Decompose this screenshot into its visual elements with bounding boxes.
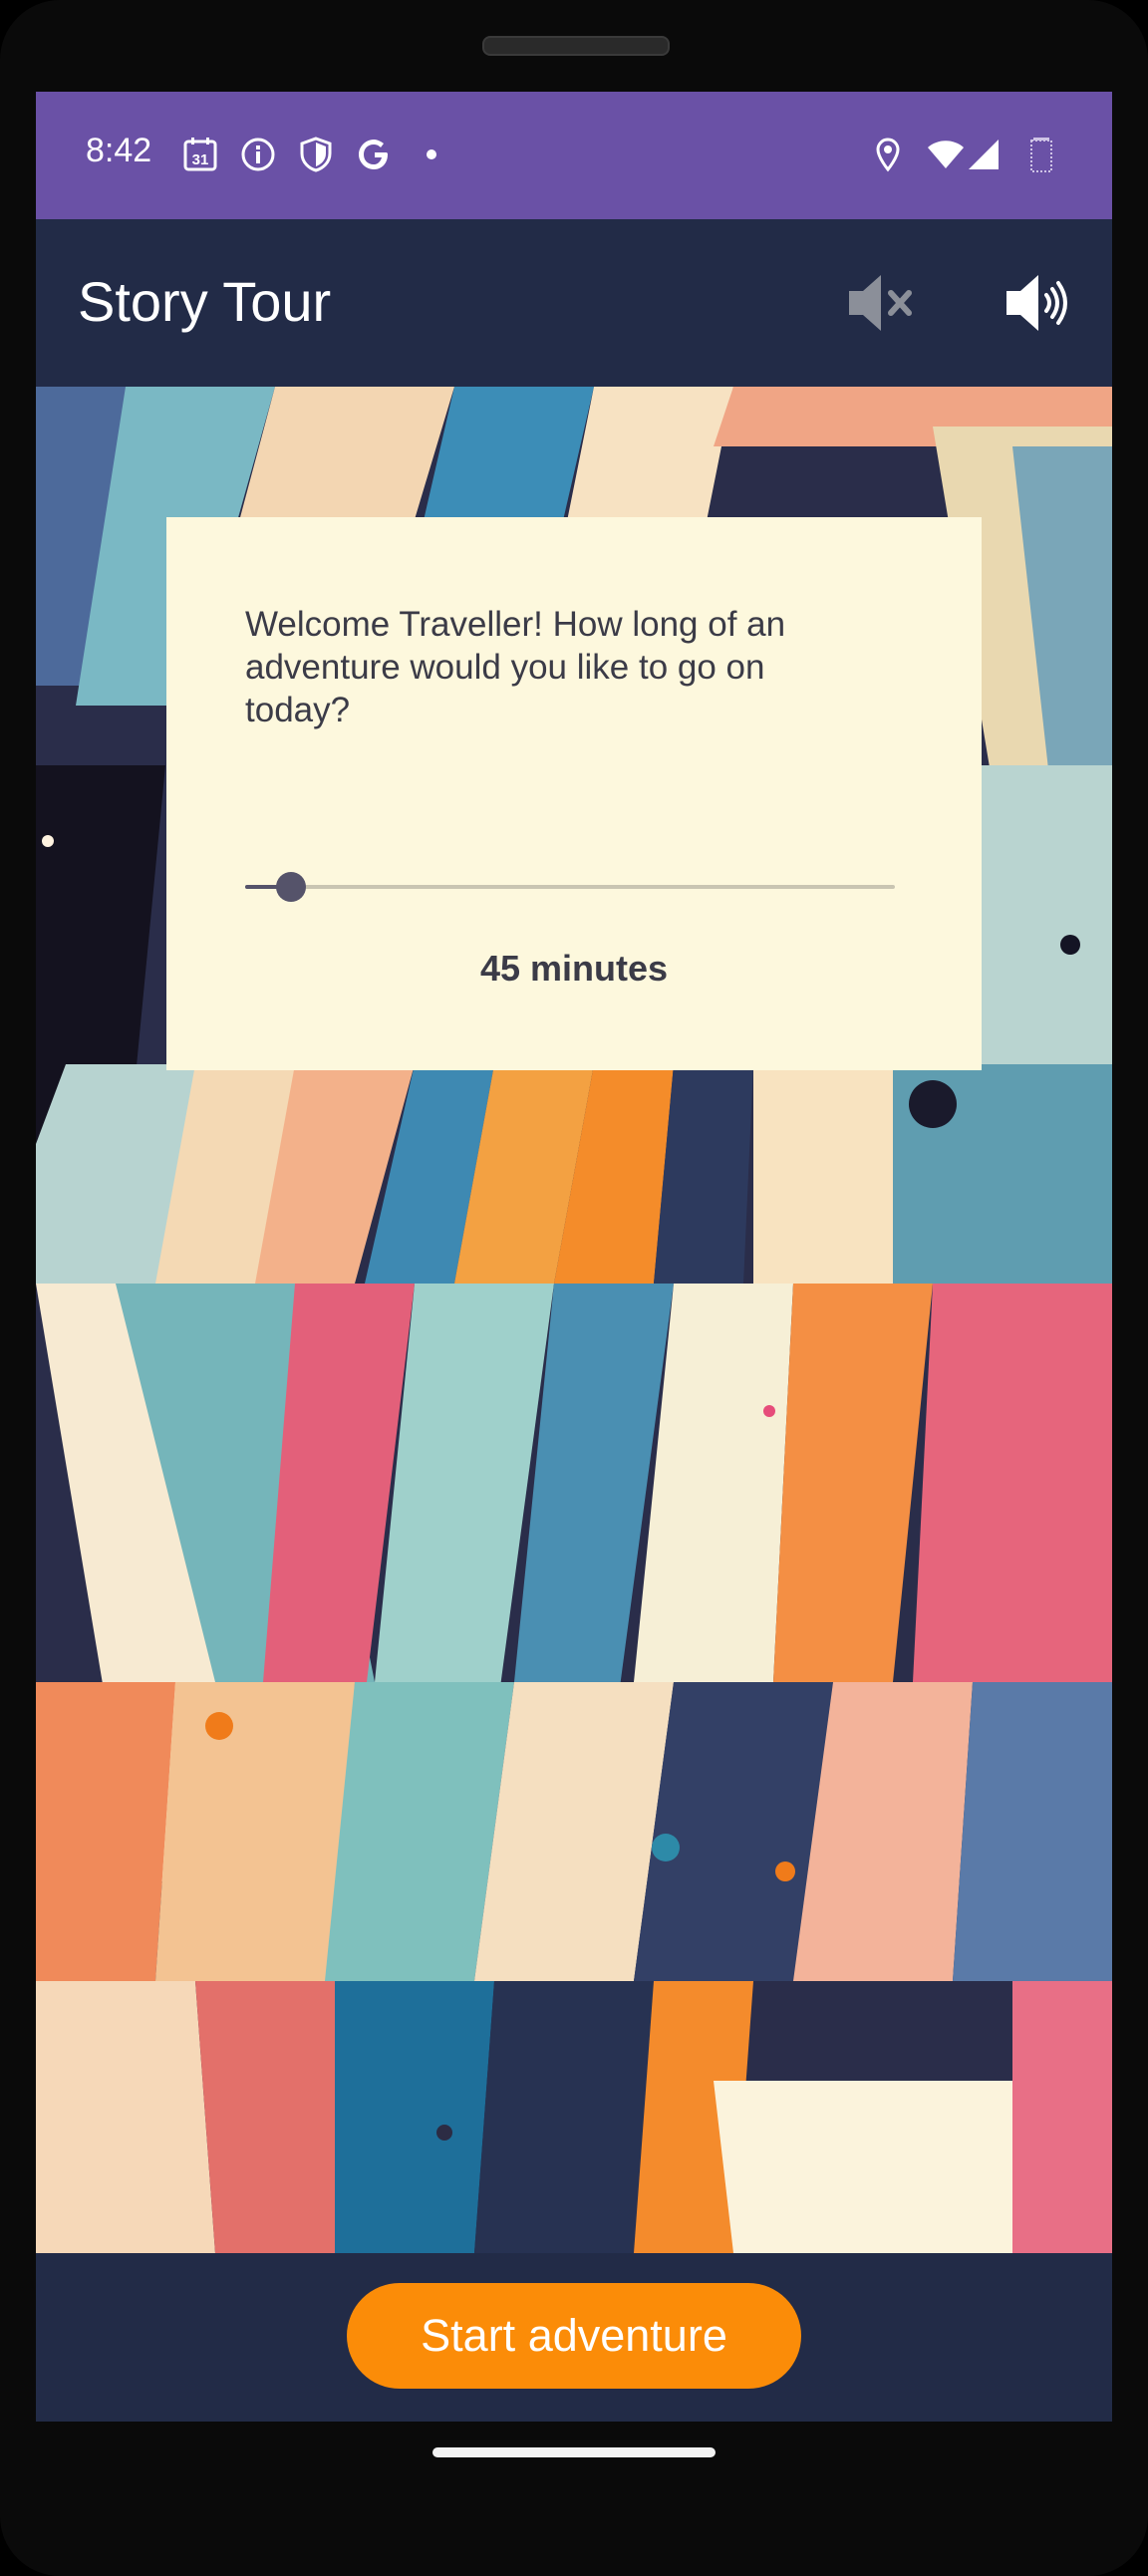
wifi-icon bbox=[927, 136, 965, 173]
earpiece-speaker bbox=[482, 36, 670, 56]
welcome-prompt: Welcome Traveller! How long of an advent… bbox=[245, 605, 786, 729]
dot-icon bbox=[413, 136, 450, 173]
bottom-bar: Start adventure bbox=[36, 2253, 1112, 2422]
calendar-day: 31 bbox=[192, 151, 209, 168]
shield-icon bbox=[297, 136, 335, 173]
home-gesture-bar[interactable] bbox=[432, 2447, 716, 2457]
battery-icon bbox=[1022, 136, 1060, 173]
volume-mute-icon bbox=[849, 275, 912, 331]
duration-dialog: Welcome Traveller! How long of an advent… bbox=[166, 517, 982, 1070]
mute-button[interactable] bbox=[843, 263, 923, 343]
slider-track bbox=[245, 885, 895, 889]
status-time: 8:42 bbox=[86, 132, 152, 169]
status-bar: 8:42 31 bbox=[36, 92, 1112, 219]
slider-thumb[interactable] bbox=[275, 872, 306, 902]
device-frame: 8:42 31 Story Tour Welcome Traveller! Ho… bbox=[0, 0, 1148, 2576]
volume-up-icon bbox=[1006, 275, 1067, 331]
app-title: Story Tour bbox=[78, 270, 332, 333]
app-bar: Story Tour bbox=[36, 219, 1112, 387]
info-icon bbox=[239, 136, 277, 173]
signal-icon bbox=[965, 136, 1003, 173]
sound-on-button[interactable] bbox=[999, 263, 1078, 343]
calendar-icon: 31 bbox=[181, 136, 219, 173]
google-icon bbox=[355, 136, 393, 173]
duration-slider[interactable] bbox=[245, 861, 895, 911]
start-adventure-button[interactable]: Start adventure bbox=[347, 2283, 801, 2389]
phone-screen: 8:42 31 Story Tour Welcome Traveller! Ho… bbox=[36, 92, 1112, 2422]
duration-label: 45 minutes bbox=[479, 948, 669, 989]
location-icon bbox=[869, 136, 907, 173]
